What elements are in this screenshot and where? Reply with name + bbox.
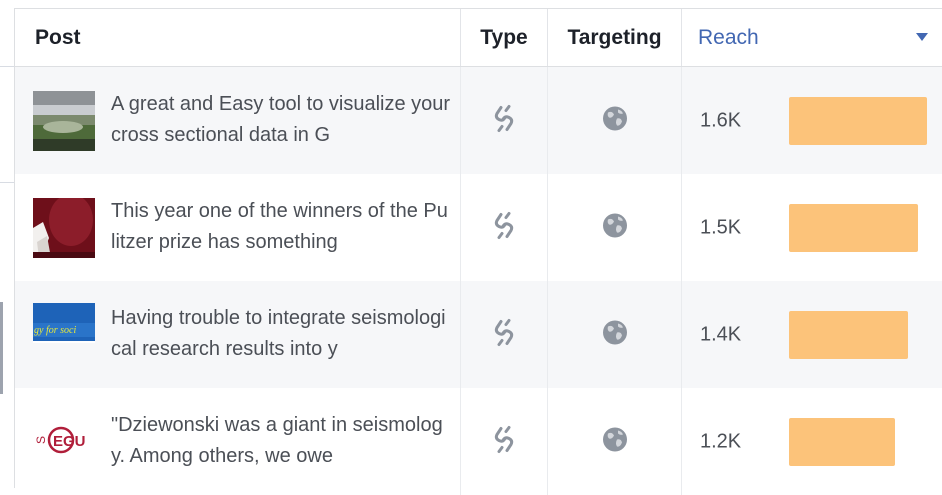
globe-icon xyxy=(602,319,628,350)
reach-cell: 1.2K xyxy=(681,388,942,495)
table-row[interactable]: gy for soci Having trouble to integrate … xyxy=(15,281,942,388)
gutter-divider xyxy=(0,182,14,183)
table-row[interactable]: S EGU "Dziewonski was a giant in seismol… xyxy=(15,388,942,495)
post-thumbnail[interactable] xyxy=(33,198,95,258)
gutter-scroll-tick xyxy=(0,302,3,394)
reach-value: 1.2K xyxy=(700,430,742,452)
type-cell xyxy=(460,281,547,388)
targeting-cell xyxy=(547,67,681,174)
svg-text:S: S xyxy=(34,436,48,444)
column-header-targeting[interactable]: Targeting xyxy=(547,9,681,66)
reach-value: 1.4K xyxy=(700,323,742,345)
globe-icon xyxy=(602,426,628,457)
reach-value: 1.5K xyxy=(700,216,742,238)
table-row[interactable]: A great and Easy tool to visualize your … xyxy=(15,67,942,174)
post-thumbnail[interactable]: gy for soci xyxy=(33,303,95,363)
table-row[interactable]: This year one of the winners of the Puli… xyxy=(15,174,942,281)
globe-icon xyxy=(602,105,628,136)
thumbnail-caption: gy for soci xyxy=(34,325,76,336)
reach-value: 1.6K xyxy=(700,109,742,131)
post-thumbnail[interactable]: S EGU xyxy=(33,418,95,462)
column-header-reach-label: Reach xyxy=(698,25,759,49)
posts-table: Post Type Targeting Reach A great and Ea… xyxy=(14,8,942,495)
targeting-cell xyxy=(547,281,681,388)
post-thumbnail[interactable] xyxy=(33,91,95,151)
globe-icon xyxy=(602,212,628,243)
link-icon xyxy=(491,210,517,245)
reach-bar xyxy=(789,203,918,252)
column-header-type[interactable]: Type xyxy=(460,9,547,66)
link-icon xyxy=(491,103,517,138)
table-header: Post Type Targeting Reach xyxy=(15,9,942,67)
egu-logo-text: EGU xyxy=(53,433,86,450)
column-header-post[interactable]: Post xyxy=(15,9,460,66)
reach-bar xyxy=(789,310,908,359)
gutter-divider xyxy=(0,66,14,67)
targeting-cell xyxy=(547,388,681,495)
type-cell xyxy=(460,388,547,495)
link-icon xyxy=(491,317,517,352)
reach-bar xyxy=(789,96,927,145)
post-title[interactable]: "Dziewonski was a giant in seismology. A… xyxy=(111,410,451,472)
reach-cell: 1.5K xyxy=(681,174,942,281)
link-icon xyxy=(491,424,517,459)
left-gutter xyxy=(0,0,14,488)
type-cell xyxy=(460,174,547,281)
post-title[interactable]: Having trouble to integrate seismologica… xyxy=(111,303,451,365)
targeting-cell xyxy=(547,174,681,281)
type-cell xyxy=(460,67,547,174)
post-title[interactable]: A great and Easy tool to visualize your … xyxy=(111,89,451,151)
column-header-reach[interactable]: Reach xyxy=(681,9,942,66)
reach-bar xyxy=(789,417,895,466)
post-title[interactable]: This year one of the winners of the Puli… xyxy=(111,196,451,258)
reach-cell: 1.4K xyxy=(681,281,942,388)
sort-descending-icon[interactable] xyxy=(916,33,928,41)
reach-cell: 1.6K xyxy=(681,67,942,174)
